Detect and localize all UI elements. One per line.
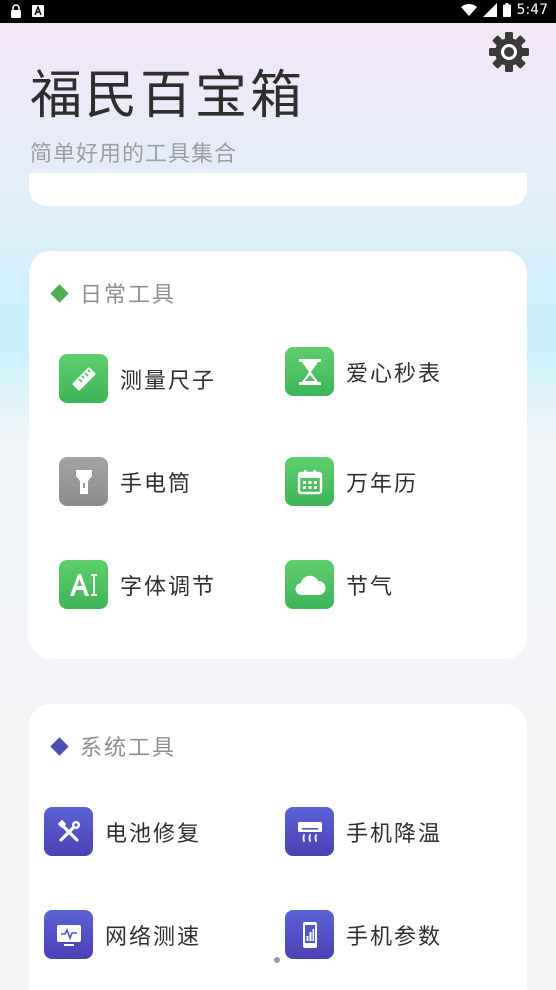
tool-label: 字体调节 (120, 574, 217, 600)
calendar-icon (285, 457, 334, 506)
tools-icon (44, 807, 93, 856)
status-bar: 5:47 (0, 0, 556, 23)
section-title: 系统工具 (80, 736, 177, 761)
hourglass-icon (285, 347, 334, 396)
page-title: 福民百宝箱 (30, 66, 306, 126)
battery-icon (502, 3, 511, 17)
wifi-icon (460, 3, 477, 16)
signal-icon (482, 3, 497, 17)
flashlight-icon (59, 457, 108, 506)
tool-network-speed[interactable]: 网络测速 (44, 910, 201, 959)
diamond-icon (50, 283, 69, 303)
section-title: 日常工具 (80, 283, 177, 308)
tool-label: 网络测速 (105, 924, 202, 950)
daily-tools-card: 日常工具 测量尺子 爱心秒表 手电筒 万年历 字体调节 节气 (29, 251, 527, 659)
scroll-indicator (274, 957, 280, 963)
tool-phone-params[interactable]: 手机参数 (285, 910, 442, 959)
text-a-icon (32, 5, 44, 17)
system-tools-card: 系统工具 电池修复 手机降温 网络测速 手机参数 (29, 704, 527, 990)
app-screen: 福民百宝箱 简单好用的工具集合 日常工具 测量尺子 爱心秒表 手电筒 万年历 字… (0, 23, 556, 990)
tool-label: 节气 (346, 574, 395, 600)
tool-label: 手机参数 (346, 924, 443, 950)
tool-flashlight[interactable]: 手电筒 (59, 457, 192, 506)
page-subtitle: 简单好用的工具集合 (30, 142, 238, 167)
gear-icon[interactable] (488, 31, 530, 73)
tool-ruler[interactable]: 测量尺子 (59, 354, 216, 403)
tool-label: 万年历 (346, 471, 419, 497)
section-header: 系统工具 (50, 730, 177, 762)
lock-icon (11, 4, 21, 18)
tool-font-size[interactable]: 字体调节 (59, 560, 216, 609)
ruler-icon (59, 354, 108, 403)
section-header: 日常工具 (50, 277, 177, 309)
air-conditioner-icon (285, 807, 334, 856)
tool-calendar[interactable]: 万年历 (285, 457, 418, 506)
clock: 5:47 (516, 2, 548, 18)
phone-chart-icon (285, 910, 334, 959)
tool-battery-repair[interactable]: 电池修复 (44, 807, 201, 856)
tool-label: 爱心秒表 (346, 361, 443, 387)
tool-solar-terms[interactable]: 节气 (285, 560, 394, 609)
top-card (29, 173, 527, 206)
cloud-icon (285, 560, 334, 609)
tool-label: 测量尺子 (120, 368, 217, 394)
diamond-icon (50, 736, 69, 756)
tool-label: 手电筒 (120, 471, 193, 497)
tool-label: 电池修复 (105, 821, 202, 847)
tool-stopwatch[interactable]: 爱心秒表 (285, 347, 442, 396)
font-size-icon (59, 560, 108, 609)
monitor-pulse-icon (44, 910, 93, 959)
tool-phone-cooling[interactable]: 手机降温 (285, 807, 442, 856)
tool-label: 手机降温 (346, 821, 443, 847)
